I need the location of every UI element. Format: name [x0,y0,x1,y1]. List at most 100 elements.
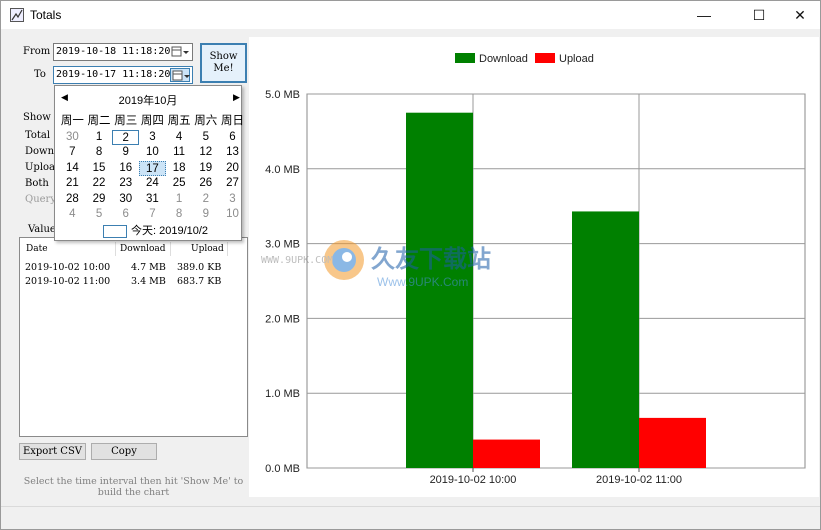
calendar-day[interactable]: 30 [59,130,86,146]
row-2-date[interactable]: 2019-10-02 11:00 [25,276,110,287]
values-group-label: Value [28,224,56,235]
watermark-url: WWW.9UPK.COM [261,255,334,266]
from-value: 2019-10-18 11:18:20 [56,46,171,57]
bar-download-2 [572,211,639,468]
row-2-upload[interactable]: 683.7 KB [177,276,221,287]
copy-button[interactable]: Copy [91,443,157,460]
calendar-day[interactable]: 30 [112,192,139,208]
calendar-dropdown-icon[interactable] [170,68,190,82]
calendar-day[interactable]: 5 [86,207,113,223]
watermark: 久友下载站 WWW.9UPK.COM Www.9UPK.Com [261,221,521,291]
radio-both[interactable]: Both [25,178,49,189]
calendar-day[interactable]: 6 [219,130,246,146]
calendar-day[interactable]: 21 [59,176,86,192]
minimize-button[interactable]: — [681,1,727,29]
calendar-day[interactable]: 9 [192,207,219,223]
calendar-day[interactable]: 14 [59,161,86,177]
x-tick-label: 2019-10-02 10:00 [430,474,517,486]
row-1-upload[interactable]: 389.0 KB [177,262,221,273]
calendar-dropdown-icon[interactable] [170,45,190,59]
col-header-download[interactable]: Download [120,244,166,254]
close-button[interactable]: ✕ [777,1,821,29]
to-value: 2019-10-17 11:18:20 [56,69,171,80]
weekday-header: 周三 [114,115,138,127]
calendar-day[interactable]: 12 [192,145,219,161]
radio-total[interactable]: Total [25,130,50,141]
calendar-day[interactable]: 1 [166,192,193,208]
show-group-label: Show [23,112,51,123]
y-tick-label: 0.0 MB [265,463,300,475]
query-button[interactable]: Query [25,194,56,205]
calendar-day[interactable]: 8 [86,145,113,161]
calendar-day[interactable]: 5 [192,130,219,146]
y-tick-label: 5.0 MB [265,89,300,101]
calendar-grid: 周一 周二 周三 周四 周五 周六 周日 30 1 2 3 4 5 6 7 8 9 10 11 12 13 14 15 16 1… [59,114,246,223]
y-tick-label: 2.0 MB [265,313,300,325]
calendar-day[interactable]: 8 [166,207,193,223]
calendar-day[interactable]: 7 [139,207,166,223]
calendar-day[interactable]: 2 [112,129,140,145]
col-header-upload[interactable]: Upload [191,244,224,254]
values-list[interactable]: Date Download Upload 2019-10-02 10:00 4.… [19,237,248,437]
calendar-day[interactable]: 4 [166,130,193,146]
to-label: To [34,69,46,80]
maximize-button[interactable]: ☐ [736,1,782,29]
status-bar [1,506,820,529]
bar-upload-1 [473,439,540,468]
next-month-icon[interactable]: ▶ [233,92,240,103]
calendar-day[interactable]: 26 [192,176,219,192]
title-bar: Totals — ☐ ✕ [1,1,820,29]
legend-label: Download [479,53,528,65]
calendar-day[interactable]: 7 [59,145,86,161]
row-1-date[interactable]: 2019-10-02 10:00 [25,262,110,273]
to-datetime-picker[interactable]: 2019-10-17 11:18:20 [53,66,193,84]
calendar-day[interactable]: 11 [166,145,193,161]
calendar-day[interactable]: 10 [139,145,166,161]
totals-window: Totals — ☐ ✕ From 2019-10-18 11:18:20 To… [0,0,821,530]
calendar-day[interactable]: 28 [59,192,86,208]
weekday-header: 周四 [140,115,164,127]
calendar-day[interactable]: 31 [139,192,166,208]
hint-text: Select the time interval then hit 'Show … [23,476,244,498]
export-csv-button[interactable]: Export CSV [19,443,86,460]
calendar-day[interactable]: 20 [219,161,246,177]
calendar-day[interactable]: 25 [166,176,193,192]
calendar-day[interactable]: 29 [86,192,113,208]
calendar-day[interactable]: 13 [219,145,246,161]
legend-label: Upload [559,53,594,65]
calendar-popup: ◀ 2019年10月 ▶ 周一 周二 周三 周四 周五 周六 周日 30 1 2 3 4 5 6 7 8 9 10… [54,85,244,241]
calendar-day[interactable]: 19 [192,161,219,177]
calendar-day[interactable]: 3 [219,192,246,208]
calendar-day[interactable]: 10 [219,207,246,223]
watermark-brand: 久友下载站 [371,245,491,273]
calendar-day[interactable]: 16 [112,161,139,177]
calendar-day[interactable]: 3 [139,130,166,146]
calendar-day[interactable]: 22 [86,176,113,192]
radio-download[interactable]: Downl [25,146,57,157]
weekday-header: 周六 [194,115,218,127]
calendar-day[interactable]: 2 [192,192,219,208]
calendar-day[interactable]: 24 [139,176,166,192]
calendar-day[interactable]: 27 [219,176,246,192]
calendar-day[interactable]: 4 [59,207,86,223]
legend-swatch [455,53,475,63]
calendar-day[interactable]: 15 [86,161,113,177]
calendar-day[interactable]: 17 [139,160,166,176]
calendar-day[interactable]: 1 [86,130,113,146]
calendar-day[interactable]: 23 [112,176,139,192]
calendar-day[interactable]: 6 [112,207,139,223]
calendar-day[interactable]: 18 [166,161,193,177]
calendar-today-text: 今天: 2019/10/2 [131,225,209,237]
from-datetime-picker[interactable]: 2019-10-18 11:18:20 [53,43,193,61]
radio-upload[interactable]: Uploa [25,162,55,173]
weekday-header: 周五 [167,115,191,127]
calendar-day[interactable]: 9 [112,145,139,161]
calendar-today[interactable]: 今天: 2019/10/2 [103,222,208,238]
weekday-header: 周一 [60,115,84,127]
row-2-download[interactable]: 3.4 MB [131,276,166,287]
col-header-date[interactable]: Date [26,244,48,254]
show-me-button[interactable]: Show Me! [200,43,247,83]
row-1-download[interactable]: 4.7 MB [131,262,166,273]
calendar-month-title[interactable]: 2019年10月 [55,92,241,108]
y-tick-label: 4.0 MB [265,164,300,176]
